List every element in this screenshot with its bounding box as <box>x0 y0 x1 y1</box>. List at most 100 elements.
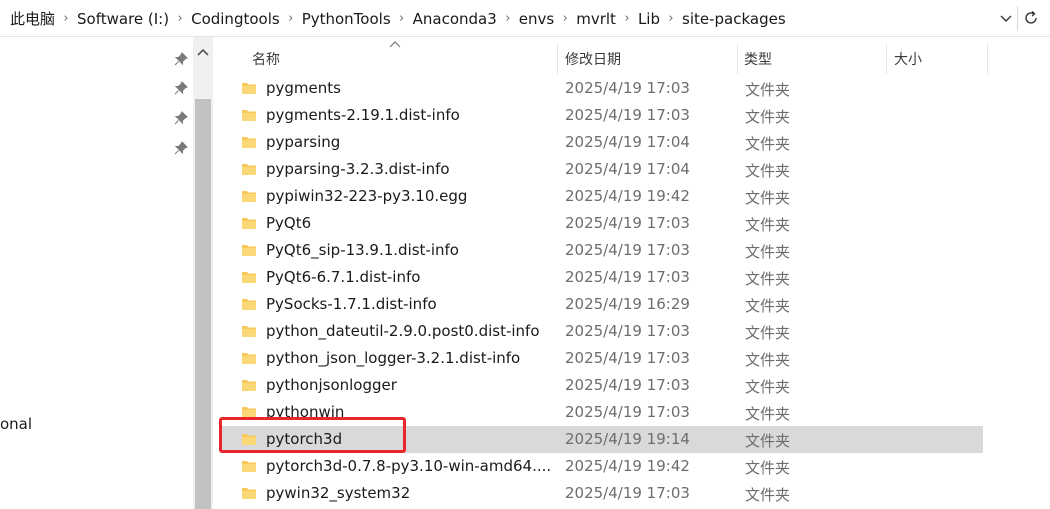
pin-icon[interactable] <box>173 51 189 67</box>
chevron-right-icon[interactable]: › <box>660 11 682 26</box>
file-type: 文件夹 <box>745 405 791 423</box>
folder-icon <box>242 164 256 175</box>
file-name: pypiwin32-223-py3.10.egg <box>266 187 468 205</box>
file-row[interactable]: PySocks-1.7.1.dist-info 2025/4/19 16:29 … <box>222 291 983 318</box>
file-type: 文件夹 <box>745 270 791 288</box>
sort-ascending-icon <box>389 41 401 48</box>
breadcrumb-mvrlt[interactable]: mvrlt <box>576 10 616 28</box>
file-type: 文件夹 <box>745 216 791 234</box>
chevron-right-icon[interactable]: › <box>169 11 191 26</box>
file-type: 文件夹 <box>745 486 791 504</box>
chevron-right-icon[interactable]: › <box>391 11 413 26</box>
file-row[interactable]: python_json_logger-3.2.1.dist-info 2025/… <box>222 345 983 372</box>
chevron-right-icon[interactable]: › <box>280 11 302 26</box>
pin-icon[interactable] <box>173 110 189 126</box>
file-type: 文件夹 <box>745 324 791 342</box>
file-modified: 2025/4/19 17:03 <box>565 106 690 124</box>
refresh-icon[interactable] <box>1022 9 1040 27</box>
file-type: 文件夹 <box>745 243 791 261</box>
breadcrumb-this-pc[interactable]: 此电脑 <box>10 8 55 29</box>
file-name: PyQt6-6.7.1.dist-info <box>266 268 421 286</box>
pin-icon[interactable] <box>173 140 189 156</box>
folder-icon <box>242 272 256 283</box>
column-divider[interactable] <box>737 44 738 74</box>
file-row[interactable]: pywin32_system32 2025/4/19 17:03 文件夹 <box>222 480 983 507</box>
column-divider[interactable] <box>886 44 887 74</box>
file-row[interactable]: PyQt6_sip-13.9.1.dist-info 2025/4/19 17:… <box>222 237 983 264</box>
chevron-right-icon[interactable]: › <box>497 11 519 26</box>
column-name[interactable]: 名称 <box>252 49 280 69</box>
file-modified: 2025/4/19 17:03 <box>565 484 690 502</box>
nav-item-partial[interactable]: onal <box>0 415 32 433</box>
file-type: 文件夹 <box>745 162 791 180</box>
file-row[interactable]: pythonjsonlogger 2025/4/19 17:03 文件夹 <box>222 372 983 399</box>
highlight-box <box>219 417 406 453</box>
scrollbar-thumb[interactable] <box>195 99 211 509</box>
file-type: 文件夹 <box>745 378 791 396</box>
file-row[interactable]: PyQt6 2025/4/19 17:03 文件夹 <box>222 210 983 237</box>
file-type: 文件夹 <box>745 81 791 99</box>
file-name: pygments <box>266 79 341 97</box>
file-name: PyQt6_sip-13.9.1.dist-info <box>266 241 459 259</box>
file-modified: 2025/4/19 17:03 <box>565 349 690 367</box>
file-name: python_dateutil-2.9.0.post0.dist-info <box>266 322 540 340</box>
pin-icon[interactable] <box>173 80 189 96</box>
chevron-right-icon[interactable]: › <box>554 11 576 26</box>
file-row[interactable]: pyparsing-3.2.3.dist-info 2025/4/19 17:0… <box>222 156 983 183</box>
file-modified: 2025/4/19 17:04 <box>565 160 690 178</box>
breadcrumb-lib[interactable]: Lib <box>638 10 660 28</box>
column-header: 名称 修改日期 类型 大小 <box>213 37 1050 74</box>
folder-icon <box>242 353 256 364</box>
navigation-pane: onal <box>0 37 193 509</box>
file-modified: 2025/4/19 17:03 <box>565 322 690 340</box>
folder-icon <box>242 461 256 472</box>
file-modified: 2025/4/19 19:42 <box>565 187 690 205</box>
file-type: 文件夹 <box>745 108 791 126</box>
breadcrumb-anaconda3[interactable]: Anaconda3 <box>413 10 497 28</box>
chevron-down-icon[interactable] <box>997 9 1015 27</box>
file-modified: 2025/4/19 19:14 <box>565 430 690 448</box>
file-row[interactable]: python_dateutil-2.9.0.post0.dist-info 20… <box>222 318 983 345</box>
file-modified: 2025/4/19 17:03 <box>565 376 690 394</box>
file-modified: 2025/4/19 17:03 <box>565 79 690 97</box>
breadcrumb-envs[interactable]: envs <box>519 10 554 28</box>
file-row[interactable]: pygments-2.19.1.dist-info 2025/4/19 17:0… <box>222 102 983 129</box>
file-name: python_json_logger-3.2.1.dist-info <box>266 349 521 367</box>
file-row[interactable]: PyQt6-6.7.1.dist-info 2025/4/19 17:03 文件… <box>222 264 983 291</box>
file-row[interactable]: pytorch3d-0.7.8-py3.10-win-amd64.... 202… <box>222 453 983 480</box>
file-name: pygments-2.19.1.dist-info <box>266 106 460 124</box>
breadcrumb-codingtools[interactable]: Codingtools <box>191 10 280 28</box>
folder-icon <box>242 191 256 202</box>
file-row[interactable]: pyparsing 2025/4/19 17:04 文件夹 <box>222 129 983 156</box>
file-type: 文件夹 <box>745 189 791 207</box>
file-name: pyparsing <box>266 133 341 151</box>
chevron-right-icon[interactable]: › <box>616 11 638 26</box>
breadcrumb-pythontools[interactable]: PythonTools <box>302 10 391 28</box>
file-row[interactable]: pygments 2025/4/19 17:03 文件夹 <box>222 75 983 102</box>
file-name: pythonjsonlogger <box>266 376 397 394</box>
file-row[interactable]: pypiwin32-223-py3.10.egg 2025/4/19 19:42… <box>222 183 983 210</box>
nav-scrollbar[interactable] <box>193 37 213 509</box>
address-bar[interactable]: 此电脑 › Software (I:) › Codingtools › Pyth… <box>0 0 1050 37</box>
file-name: pytorch3d-0.7.8-py3.10-win-amd64.... <box>266 457 552 475</box>
folder-icon <box>242 299 256 310</box>
breadcrumb-software-drive[interactable]: Software (I:) <box>77 10 169 28</box>
column-type[interactable]: 类型 <box>744 49 772 69</box>
folder-icon <box>242 137 256 148</box>
file-modified: 2025/4/19 17:03 <box>565 214 690 232</box>
file-name: pywin32_system32 <box>266 484 411 502</box>
file-modified: 2025/4/19 17:03 <box>565 268 690 286</box>
file-modified: 2025/4/19 19:42 <box>565 457 690 475</box>
chevron-right-icon[interactable]: › <box>55 11 77 26</box>
file-type: 文件夹 <box>745 432 791 450</box>
scroll-up-arrow-icon[interactable] <box>193 44 213 62</box>
column-modified[interactable]: 修改日期 <box>565 49 621 69</box>
column-divider[interactable] <box>557 44 558 74</box>
breadcrumb-site-packages[interactable]: site-packages <box>682 10 786 28</box>
column-size[interactable]: 大小 <box>894 49 922 69</box>
column-divider[interactable] <box>987 44 988 74</box>
folder-icon <box>242 326 256 337</box>
file-modified: 2025/4/19 16:29 <box>565 295 690 313</box>
file-type: 文件夹 <box>745 135 791 153</box>
folder-icon <box>242 83 256 94</box>
